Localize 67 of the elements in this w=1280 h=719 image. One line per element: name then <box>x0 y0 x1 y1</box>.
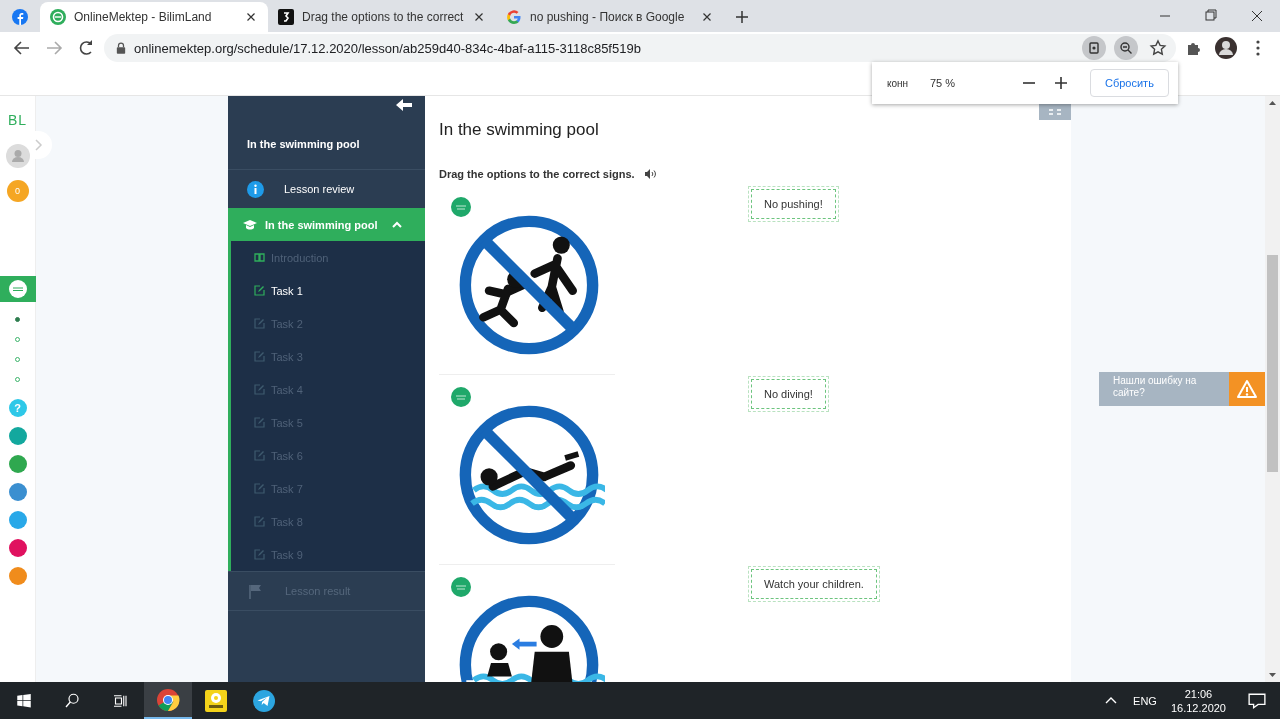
warning-icon <box>1237 380 1257 398</box>
zoom-level: 75 % <box>930 77 957 89</box>
back-arrow-icon[interactable] <box>395 98 413 112</box>
chevron-up-icon <box>391 219 404 230</box>
logo-icon <box>451 577 471 597</box>
task-title: In the swimming pool <box>439 120 600 140</box>
browser-tab[interactable]: Drag the options to the correct <box>268 2 496 32</box>
flag-icon <box>248 583 263 599</box>
facebook-icon <box>12 9 28 25</box>
logo-icon <box>451 387 471 407</box>
expand-icon[interactable] <box>1039 104 1071 120</box>
graduation-cap-icon <box>243 218 257 231</box>
lock-icon <box>116 42 126 54</box>
google-icon <box>506 9 522 25</box>
chrome-icon[interactable] <box>156 687 180 712</box>
lesson-title: In the swimming pool <box>247 138 360 150</box>
scrollbar[interactable] <box>1265 96 1280 682</box>
page-icon[interactable] <box>1082 36 1106 60</box>
app-icon[interactable] <box>8 427 27 445</box>
edit-icon <box>254 318 265 329</box>
address-bar[interactable]: onlinemektep.org/schedule/17.12.2020/lesson/ab259d40-834c-4baf-a115-3118c85f519b <box>104 34 1176 62</box>
section-header[interactable]: In the swimming pool <box>228 208 425 241</box>
speaker-icon[interactable] <box>644 169 657 179</box>
answer-option[interactable]: No diving! <box>751 379 826 409</box>
windows-start-icon[interactable] <box>15 691 33 710</box>
info-icon <box>247 180 264 198</box>
popup-text: конн <box>886 77 910 89</box>
app-icon[interactable] <box>8 539 27 557</box>
logo-text: BL <box>7 112 28 128</box>
app-icon[interactable] <box>8 483 27 501</box>
logo-icon <box>278 9 294 25</box>
edit-icon <box>254 549 265 560</box>
clock-date[interactable]: 16.12.2020 <box>1170 700 1226 715</box>
edit-icon <box>254 516 265 527</box>
browser-tab[interactable]: OnlineMektep - BilimLand <box>40 2 268 32</box>
instruction-text: Drag the options to the correct signs. <box>439 168 635 180</box>
points-badge: 0 <box>6 180 29 202</box>
scrollbar-thumb[interactable] <box>1267 255 1278 472</box>
edit-icon <box>254 417 265 428</box>
lesson-item[interactable]: Task 1 <box>231 274 425 307</box>
browser-tab[interactable]: no pushing - Поиск в Google <box>496 2 724 32</box>
lesson-review-item[interactable]: Lesson review <box>228 170 425 208</box>
lesson-icon <box>8 280 27 298</box>
reset-button[interactable]: Сбросить <box>1090 69 1169 97</box>
new-tab-icon[interactable] <box>734 9 750 25</box>
edit-icon <box>254 483 265 494</box>
answer-option[interactable]: No pushing! <box>751 189 836 219</box>
player-icon[interactable] <box>204 688 228 713</box>
notification-icon[interactable] <box>1248 691 1266 710</box>
avatar-icon[interactable] <box>1212 34 1240 62</box>
edit-icon <box>254 351 265 362</box>
language-indicator[interactable]: ENG <box>1133 694 1157 707</box>
telegram-icon[interactable] <box>252 688 276 713</box>
logo-icon <box>451 197 471 217</box>
rail-item[interactable] <box>0 276 36 302</box>
app-icon[interactable] <box>8 511 27 529</box>
app-icon[interactable] <box>8 455 27 473</box>
page-dot[interactable] <box>15 317 20 322</box>
book-icon <box>254 252 265 263</box>
clock-time[interactable]: 21:06 <box>1184 686 1213 701</box>
edit-icon <box>254 450 265 461</box>
answer-option[interactable]: Watch your children. <box>751 569 877 599</box>
zoom-icon[interactable] <box>1114 36 1138 60</box>
search-icon[interactable] <box>63 691 81 710</box>
logo-icon <box>50 9 66 25</box>
edit-icon <box>254 285 265 296</box>
edit-icon <box>254 384 265 395</box>
